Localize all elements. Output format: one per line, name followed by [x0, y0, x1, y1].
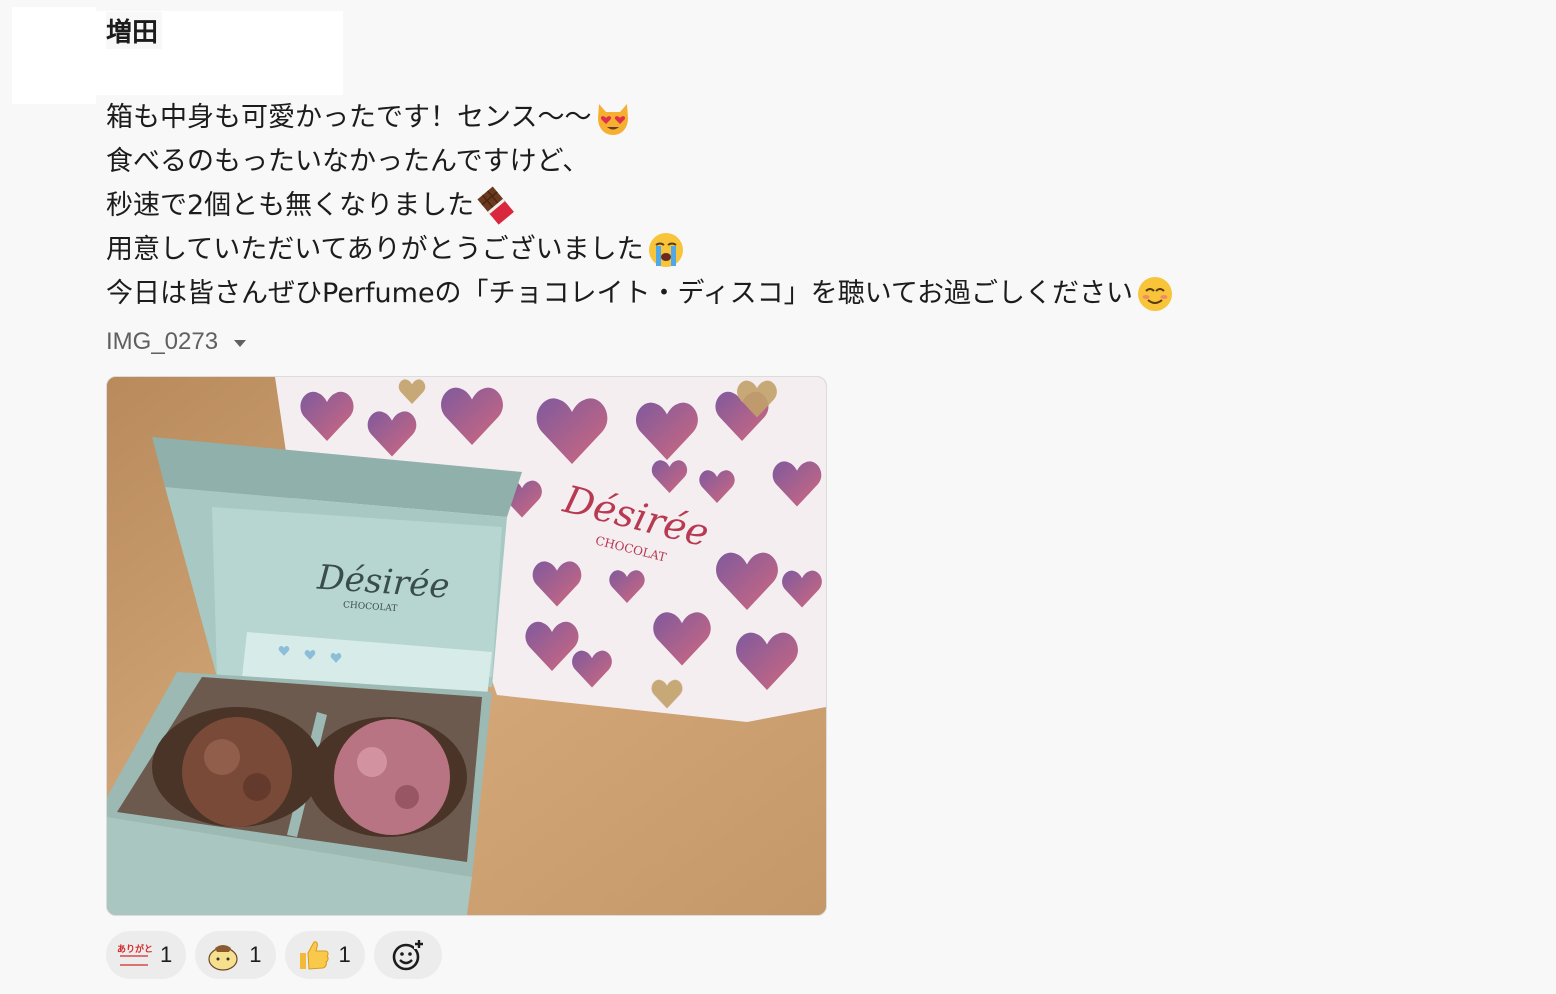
thumbs-up-icon	[295, 937, 331, 973]
message-line: 今日は皆さんぜひPerfumeの「チョコレイト・ディスコ」を聴いてお過ごしくださ…	[106, 272, 1175, 316]
attachment-header[interactable]: IMG_0273	[106, 328, 247, 356]
message-line: 秒速で2個とも無くなりました	[106, 184, 1175, 228]
attachment-image[interactable]: Désirée CHOCOLAT Désirée CHOCOLAT	[106, 376, 827, 916]
message-body: 箱も中身も可愛かったです！センス〜〜 食べるのもったいなかったんですけど、 秒速…	[106, 96, 1175, 316]
reaction-arigatou[interactable]: ありがとうございます! 1	[106, 931, 187, 979]
message-text: 秒速で2個とも無くなりました	[106, 190, 475, 221]
chevron-down-icon[interactable]	[234, 339, 247, 347]
smiling-face-icon	[1138, 277, 1173, 311]
reaction-sticker-text: ありがとうございます!	[117, 943, 152, 955]
reaction-count: 1	[160, 942, 173, 967]
avatar[interactable]	[12, 7, 96, 104]
message-text: 箱も中身も可愛かったです！センス〜〜	[106, 102, 592, 133]
message-text: 用意していただいてありがとうございました	[106, 234, 644, 265]
message-line: 箱も中身も可愛かったです！センス〜〜	[106, 96, 1175, 140]
message-text: 今日は皆さんぜひPerfumeの「チョコレイト・ディスコ」を聴いてお過ごしくださ…	[106, 278, 1134, 309]
reaction-count: 1	[338, 942, 351, 967]
add-emoji-icon	[390, 937, 426, 973]
reaction-pompompurin[interactable]: 1	[195, 931, 276, 979]
reaction-thumbs-up[interactable]: 1	[284, 931, 365, 979]
pompompurin-icon	[205, 937, 241, 973]
reaction-count: 1	[249, 942, 262, 967]
file-name[interactable]: IMG_0273	[106, 328, 218, 356]
reaction-bar: ありがとうございます! 1 1 1	[106, 931, 442, 979]
message-text: 食べるのもったいなかったんですけど、	[106, 146, 590, 177]
arigatou-gozaimasu-icon: ありがとうございます!	[116, 937, 152, 973]
crying-face-icon	[648, 233, 683, 267]
message-line: 用意していただいてありがとうございました	[106, 228, 1175, 272]
chocolate-bar-icon	[477, 186, 515, 225]
author-name[interactable]: 増田	[106, 12, 163, 49]
message-line: 食べるのもったいなかったんですけど、	[106, 140, 1175, 184]
heart-eyes-cat-icon	[598, 104, 629, 135]
add-reaction-button[interactable]	[373, 931, 442, 979]
